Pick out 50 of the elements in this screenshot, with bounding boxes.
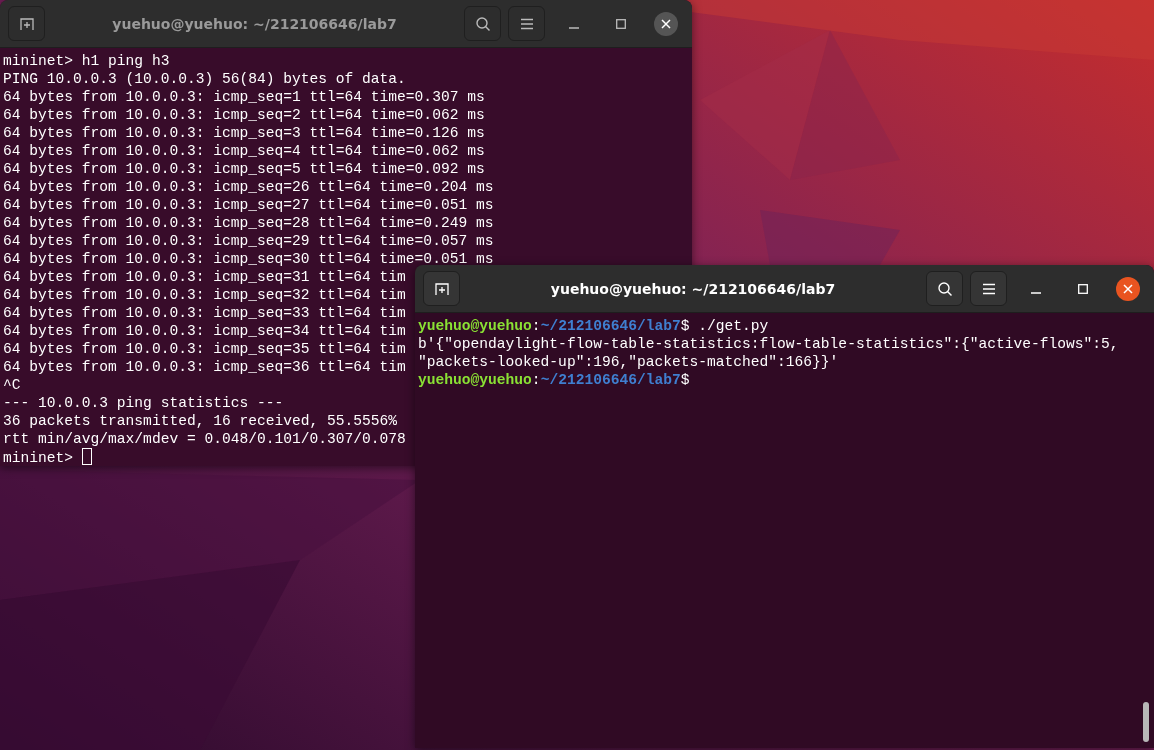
terminal-line: 64 bytes from 10.0.0.3: icmp_seq=33 ttl=64 tim <box>3 304 406 322</box>
terminal-line: b'{"opendaylight-flow-table-statistics:flow-table-statistics":{"active-flows":5, <box>418 335 1119 353</box>
terminal-line: 64 bytes from 10.0.0.3: icmp_seq=3 ttl=64 time=0.126 ms <box>3 124 485 142</box>
terminal-line: 64 bytes from 10.0.0.3: icmp_seq=35 ttl=64 tim <box>3 340 406 358</box>
new-tab-icon <box>433 280 450 297</box>
menu-icon <box>519 17 534 30</box>
terminal-line: yuehuo@yuehuo:~/212106646/lab7$ <box>418 371 690 389</box>
terminal-line: 64 bytes from 10.0.0.3: icmp_seq=4 ttl=64 time=0.062 ms <box>3 142 485 160</box>
terminal-line: 64 bytes from 10.0.0.3: icmp_seq=34 ttl=64 tim <box>3 322 406 340</box>
new-tab-icon <box>18 15 35 32</box>
maximize-icon <box>616 18 626 29</box>
menu-button[interactable] <box>970 271 1007 306</box>
close-icon <box>661 18 671 29</box>
terminal-line: 64 bytes from 10.0.0.3: icmp_seq=29 ttl=64 time=0.057 ms <box>3 232 494 250</box>
search-button[interactable] <box>926 271 963 306</box>
terminal-line: 64 bytes from 10.0.0.3: icmp_seq=26 ttl=64 time=0.204 ms <box>3 178 494 196</box>
close-button[interactable] <box>654 11 678 36</box>
search-button[interactable] <box>464 6 501 41</box>
terminal-line: PING 10.0.0.3 (10.0.0.3) 56(84) bytes of data. <box>3 70 406 88</box>
terminal-line: 64 bytes from 10.0.0.3: icmp_seq=5 ttl=64 time=0.092 ms <box>3 160 485 178</box>
terminal-line: 64 bytes from 10.0.0.3: icmp_seq=30 ttl=64 time=0.051 ms <box>3 250 494 268</box>
terminal-line: ^C <box>3 376 21 394</box>
terminal-line: 64 bytes from 10.0.0.3: icmp_seq=2 ttl=64 time=0.062 ms <box>3 106 485 124</box>
minimize-icon <box>1031 291 1041 294</box>
new-tab-button[interactable] <box>8 6 45 41</box>
menu-button[interactable] <box>508 6 545 41</box>
terminal-line: mininet> h1 ping h3 <box>3 52 170 70</box>
terminal-line: rtt min/avg/max/mdev = 0.048/0.101/0.307/0.078 <box>3 430 406 448</box>
scrollbar-thumb[interactable] <box>1143 702 1149 742</box>
terminal-line: 64 bytes from 10.0.0.3: icmp_seq=27 ttl=64 time=0.051 ms <box>3 196 494 214</box>
terminal-line: --- 10.0.0.3 ping statistics --- <box>3 394 284 412</box>
new-tab-button[interactable] <box>423 271 460 306</box>
terminal-line: 36 packets transmitted, 16 received, 55.5556% <box>3 412 398 430</box>
terminal-line: 64 bytes from 10.0.0.3: icmp_seq=32 ttl=64 tim <box>3 286 406 304</box>
terminal-line: "packets-looked-up":196,"packets-matched":166}}' <box>418 353 839 371</box>
terminal-line: yuehuo@yuehuo:~/212106646/lab7$ ./get.py <box>418 317 769 335</box>
window-title: yuehuo@yuehuo: ~/212106646/lab7 <box>111 15 398 32</box>
window-title: yuehuo@yuehuo: ~/212106646/lab7 <box>549 280 837 297</box>
terminal-line: 64 bytes from 10.0.0.3: icmp_seq=1 ttl=64 time=0.307 ms <box>3 88 485 106</box>
close-icon <box>1123 283 1133 294</box>
minimize-icon <box>569 26 579 29</box>
maximize-icon <box>1078 283 1088 294</box>
search-icon <box>474 15 491 32</box>
terminal-line: 64 bytes from 10.0.0.3: icmp_seq=36 ttl=64 tim <box>3 358 406 376</box>
terminal-line: 64 bytes from 10.0.0.3: icmp_seq=28 ttl=64 time=0.249 ms <box>3 214 494 232</box>
search-icon <box>936 280 953 297</box>
close-button[interactable] <box>1116 276 1140 301</box>
terminal-line: 64 bytes from 10.0.0.3: icmp_seq=31 ttl=64 tim <box>3 268 406 286</box>
terminal-line: mininet> <box>3 448 92 466</box>
menu-icon <box>981 282 996 295</box>
